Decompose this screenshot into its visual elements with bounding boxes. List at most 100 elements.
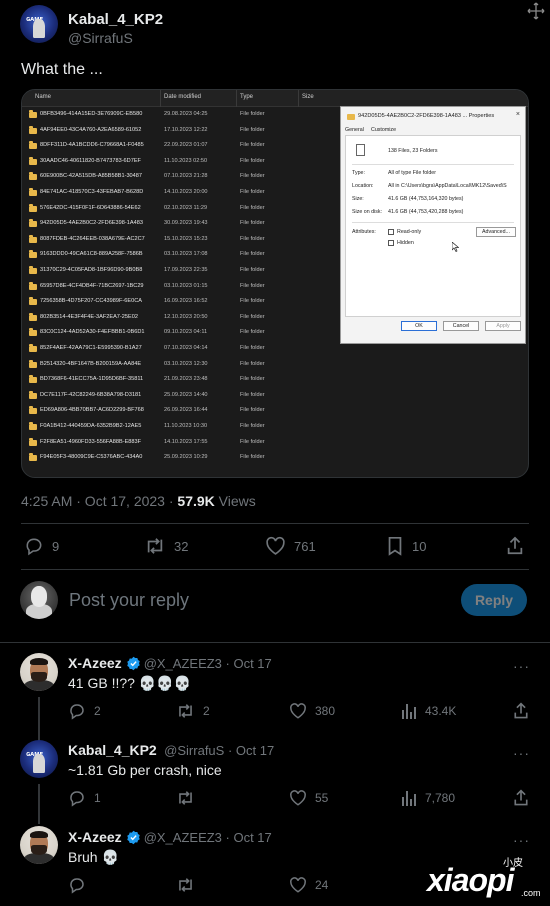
- folder-row[interactable]: 802B3514-4E3F4F4E-3AF2EA7-25E02 12.10.202…: [22, 311, 342, 326]
- like-action[interactable]: 761: [265, 536, 316, 556]
- tweet-image[interactable]: Name Date modified Type Size 0BFB3496-41…: [21, 89, 529, 478]
- hidden-checkbox[interactable]: [388, 240, 394, 246]
- folder-row[interactable]: BD7368F6-41ECC75A-1D95D6BF-35811 21.09.20…: [22, 373, 342, 388]
- folder-row[interactable]: 84E741AC-418570C3-43FEBAB7-B628D 14.10.20…: [22, 186, 342, 201]
- folder-row[interactable]: 65957D8E-4CF4DB4F-71BC2697-1BC29 03.10.20…: [22, 280, 342, 295]
- reply-handle[interactable]: @X_AZEEZ3 · Oct 17: [144, 830, 272, 845]
- folder-row[interactable]: 0BFB3496-414A15ED-3E76909C-EB580 29.08.20…: [22, 108, 342, 123]
- repost-icon: [179, 791, 192, 805]
- folder-row[interactable]: DC7E117F-42C82249-6B38A798-D3181 25.09.20…: [22, 389, 342, 404]
- ok-button[interactable]: OK: [401, 321, 437, 331]
- reply-avatar[interactable]: [20, 653, 58, 691]
- tab-customize[interactable]: Customize: [371, 127, 396, 133]
- reply-author-name[interactable]: X-Azeez: [68, 829, 122, 845]
- folder-row[interactable]: F94E05F3-48009C9E-C5376ABC-434A0 25.09.20…: [22, 451, 342, 466]
- folder-row[interactable]: 60E900BC-42A515DB-A85B58B1-30487 07.10.20…: [22, 170, 342, 185]
- col-size[interactable]: Size: [302, 94, 314, 100]
- share-action[interactable]: [513, 789, 529, 807]
- like-action[interactable]: 380: [289, 702, 335, 720]
- folder-date: 02.10.2023 11:29: [164, 204, 208, 211]
- repost-action[interactable]: 2: [176, 702, 210, 720]
- folder-row[interactable]: 30AADC46-40611820-B7473783-6D7EF 11.10.20…: [22, 155, 342, 170]
- reply-action[interactable]: [68, 876, 86, 894]
- apply-button[interactable]: Apply: [485, 321, 521, 331]
- folder-date: 11.10.2023 10:30: [164, 423, 208, 429]
- folder-row[interactable]: 942D05D5-4AE2B0C2-2FD6E398-1A483 30.09.20…: [22, 217, 342, 232]
- share-icon: [514, 702, 528, 719]
- reply-action[interactable]: 1: [68, 789, 101, 807]
- reply-count: 1: [94, 791, 101, 805]
- author-handle[interactable]: @SirrafuS: [68, 30, 133, 46]
- more-options-icon[interactable]: ···: [513, 745, 530, 761]
- folder-row[interactable]: 9163DDD0-49CA61C8-889A258F-7586B 03.10.20…: [22, 248, 342, 263]
- views-action[interactable]: 7,780: [401, 789, 455, 807]
- reply-button[interactable]: Reply: [461, 584, 527, 616]
- folder-row[interactable]: 31370C29-4C05FAD8-1BF96D90-9B0B8 17.09.20…: [22, 264, 342, 279]
- more-options-icon[interactable]: ···: [513, 832, 530, 848]
- reply-action[interactable]: 9: [24, 536, 59, 556]
- analytics-icon: [402, 704, 416, 719]
- folder-row[interactable]: 4AF94EE0-43C4A760-A2EA6589-61052 17.10.20…: [22, 124, 342, 139]
- folder-row[interactable]: 8087FDEB-4C264EEB-038A679E-AC2C7 15.10.20…: [22, 233, 342, 248]
- folder-icon: [29, 188, 37, 196]
- folder-row[interactable]: 852F4AEF-42AA79C1-E5995390-B1A27 07.10.20…: [22, 342, 342, 357]
- more-options-icon[interactable]: ···: [513, 658, 530, 674]
- folder-name: 84E741AC-418570C3-43FEBAB7-B628D: [40, 189, 144, 195]
- col-name[interactable]: Name: [35, 94, 51, 100]
- folder-name: B2514320-4BF1647B-B200159A-AA84E: [40, 360, 142, 367]
- share-action[interactable]: [513, 702, 529, 720]
- reply-handle[interactable]: @X_AZEEZ3 · Oct 17: [144, 656, 272, 671]
- dialog-close-button[interactable]: ×: [516, 111, 520, 118]
- folder-date: 25.09.2023 10:29: [164, 454, 208, 461]
- folder-row[interactable]: 576E42DC-415F0F1F-6D643886-54E62 02.10.20…: [22, 202, 342, 217]
- col-divider: [160, 90, 161, 107]
- folder-date: 22.09.2023 01:07: [164, 142, 208, 149]
- thread-line: [38, 697, 40, 743]
- tab-general[interactable]: General: [345, 127, 364, 133]
- folder-row[interactable]: ED69A806-4BB70BB7-AC6D2299-BF768 26.09.20…: [22, 404, 342, 419]
- bookmark-action[interactable]: 10: [386, 536, 426, 556]
- folder-type: File folder: [240, 204, 265, 211]
- author-avatar[interactable]: ɢᴀᴍᴇ: [20, 5, 58, 43]
- views-count: 43.4K: [425, 704, 457, 718]
- my-avatar[interactable]: [20, 581, 58, 619]
- views-action[interactable]: 43.4K: [401, 702, 456, 720]
- repost-action[interactable]: [176, 876, 195, 894]
- folder-type: File folder: [240, 313, 265, 320]
- advanced-button[interactable]: Advanced...: [476, 227, 516, 237]
- reply-action[interactable]: 2: [68, 702, 101, 720]
- share-action[interactable]: [506, 536, 524, 556]
- folder-row[interactable]: 8DFF311D-4A1BCDD6-C79668A1-F0485 22.09.20…: [22, 139, 342, 154]
- folder-row[interactable]: 83C0C124-4AD52A30-F4EFBBB1-0B6D1 09.10.20…: [22, 326, 342, 341]
- folder-type: File folder: [240, 376, 265, 383]
- reply-input[interactable]: Post your reply: [69, 590, 189, 611]
- reply-handle[interactable]: @SirrafuS · Oct 17: [164, 743, 274, 758]
- folder-row[interactable]: 7256358B-4D75F207-CC43989F-6E0CA 16.09.20…: [22, 295, 342, 310]
- tweet-time[interactable]: 4:25 AM · Oct 17, 2023 ·: [21, 493, 174, 509]
- cancel-button[interactable]: Cancel: [443, 321, 479, 331]
- col-date[interactable]: Date modified: [164, 94, 201, 100]
- folder-name: 4AF94EE0-43C4A760-A2EA6589-61052: [40, 126, 142, 133]
- folder-type: File folder: [240, 235, 265, 242]
- repost-action[interactable]: 32: [144, 536, 188, 556]
- reply-author-name[interactable]: Kabal_4_KP2: [68, 742, 157, 758]
- col-type[interactable]: Type: [240, 94, 253, 100]
- folder-row[interactable]: F0A1B412-440459DA-6352B9B2-12AE5 11.10.20…: [22, 420, 342, 435]
- author-name[interactable]: Kabal_4_KP2: [68, 11, 163, 28]
- readonly-checkbox[interactable]: [388, 229, 394, 235]
- folder-type: File folder: [240, 267, 265, 273]
- watermark-suffix: .com: [521, 888, 541, 898]
- folder-name: F2F8EA51-4960FD33-556FA88B-E883F: [40, 438, 142, 445]
- reply-avatar[interactable]: ɢᴀᴍᴇ: [20, 740, 58, 778]
- folder-row[interactable]: B2514320-4BF1647B-B200159A-AA84E 03.10.20…: [22, 358, 342, 373]
- avatar-figure: [33, 19, 46, 39]
- reply-author-name[interactable]: X-Azeez: [68, 655, 122, 671]
- verified-badge-icon: [126, 830, 140, 844]
- repost-action[interactable]: [176, 789, 195, 807]
- reply-avatar[interactable]: [20, 826, 58, 864]
- folder-row[interactable]: F2F8EA51-4960FD33-556FA88B-E883F 14.10.20…: [22, 436, 342, 451]
- expand-icon[interactable]: [527, 2, 545, 20]
- like-action[interactable]: 55: [289, 789, 328, 807]
- properties-dialog: 942D05D5-4AE2B0C2-2FD6E398-1A483 ... Pro…: [340, 106, 526, 344]
- like-action[interactable]: 24: [289, 876, 328, 894]
